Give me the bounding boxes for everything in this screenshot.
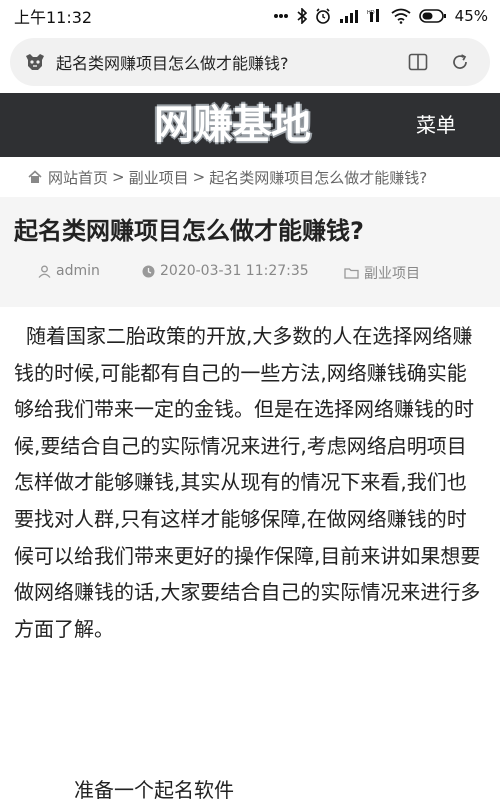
battery-icon [418, 8, 447, 24]
article-title: 起名类网赚项目怎么做才能赚钱? [14, 217, 364, 245]
breadcrumb: 网站首页 > 副业项目 > 起名类网赚项目怎么做才能赚钱? [0, 157, 500, 197]
reader-mode-icon[interactable] [408, 53, 428, 71]
site-favicon-icon [24, 51, 46, 73]
publish-datetime: 2020-03-31 11:27:35 [160, 263, 309, 279]
network-type-icon: HD [367, 8, 383, 24]
breadcrumb-separator: > [192, 168, 206, 186]
article-paragraph: 随着国家二胎政策的开放,大多数的人在选择网络赚钱的时候,可能都有自己的一些方法,… [14, 324, 481, 641]
meta-category[interactable]: 副业项目 [344, 263, 420, 283]
site-header: 网赚基地 菜单 [0, 93, 500, 157]
wifi-icon [391, 8, 411, 24]
author-name[interactable]: admin [56, 263, 100, 279]
status-icons: HD 45% [273, 7, 488, 25]
address-bar[interactable]: 起名类网赚项目怎么做才能赚钱? [10, 38, 490, 86]
folder-icon [344, 267, 359, 279]
more-dots-icon [273, 13, 289, 19]
url-text[interactable]: 起名类网赚项目怎么做才能赚钱? [56, 50, 408, 74]
browser-toolbar: 起名类网赚项目怎么做才能赚钱? [0, 32, 500, 92]
article-category-link[interactable]: 副业项目 [364, 263, 420, 283]
status-time: 上午11:32 [14, 8, 93, 27]
site-logo[interactable]: 网赚基地 [154, 99, 311, 151]
alarm-icon [315, 8, 331, 24]
clock-icon [142, 265, 155, 278]
breadcrumb-separator: > [112, 168, 125, 186]
breadcrumb-category-link[interactable]: 副业项目 [129, 167, 189, 188]
bluetooth-icon [297, 8, 307, 24]
svg-text:HD: HD [367, 10, 375, 16]
breadcrumb-current: 起名类网赚项目怎么做才能赚钱? [209, 168, 428, 187]
menu-button[interactable]: 菜单 [416, 109, 456, 138]
article-subheading: 准备一个起名软件 [74, 778, 234, 800]
battery-percent: 45% [454, 7, 488, 25]
refresh-icon[interactable] [450, 52, 470, 72]
user-icon [38, 265, 51, 278]
cell-signal-icon [339, 9, 359, 23]
meta-datetime: 2020-03-31 11:27:35 [142, 263, 309, 279]
status-bar: 上午11:32 HD 45% [0, 0, 500, 32]
home-icon [28, 170, 42, 184]
article-header: 起名类网赚项目怎么做才能赚钱? admin 2020-03-31 11:27:3… [0, 197, 500, 307]
article-content: 随着国家二胎政策的开放,大多数的人在选择网络赚钱的时候,可能都有自己的一些方法,… [14, 318, 486, 647]
meta-author[interactable]: admin [38, 263, 100, 279]
breadcrumb-home-link[interactable]: 网站首页 [48, 167, 108, 188]
